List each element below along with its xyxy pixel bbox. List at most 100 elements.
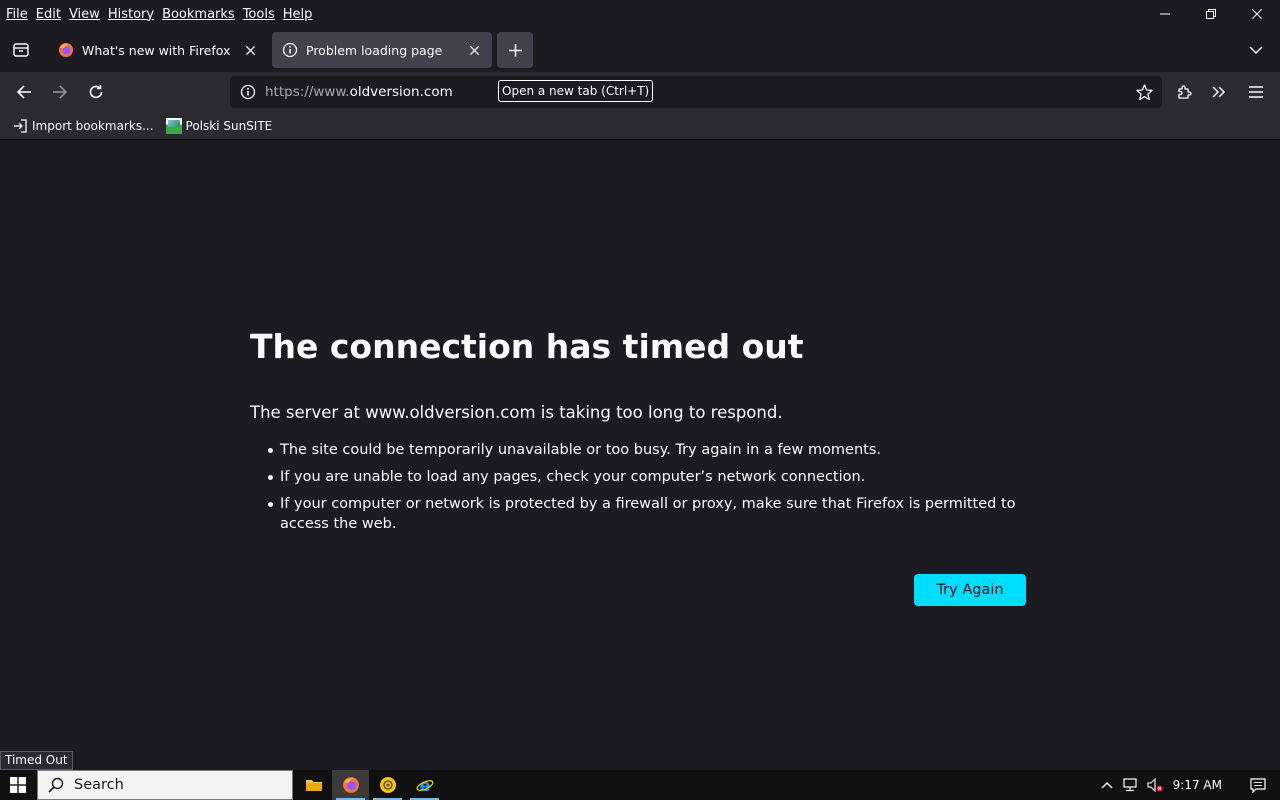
search-placeholder: Search bbox=[74, 777, 124, 793]
file-explorer-icon bbox=[305, 780, 322, 791]
new-tab-tooltip: Open a new tab (Ctrl+T) bbox=[498, 80, 654, 102]
menu-bar: File Edit View History Bookmarks Tools H… bbox=[2, 4, 316, 24]
notification-icon bbox=[1250, 777, 1266, 793]
url-prefix: https://www. bbox=[265, 84, 350, 100]
menu-history-label: History bbox=[107, 6, 155, 22]
start-button[interactable] bbox=[0, 770, 36, 800]
tab-title: What's new with Firefox bbox=[82, 42, 231, 58]
system-tray: 9:17 AM bbox=[1095, 770, 1280, 800]
bookmarks-toolbar: Import bookmarks... Polski SunSITE bbox=[0, 112, 1280, 140]
close-icon bbox=[469, 45, 479, 55]
tab-whats-new[interactable]: What's new with Firefox bbox=[48, 32, 268, 68]
bookmark-star-button[interactable] bbox=[1132, 80, 1156, 104]
info-icon bbox=[282, 42, 298, 58]
taskbar-internet-explorer[interactable]: e bbox=[406, 770, 443, 800]
chevron-up-icon bbox=[1101, 782, 1113, 789]
suggestion-item: If your computer or network is protected… bbox=[250, 494, 1026, 534]
reload-button[interactable] bbox=[80, 76, 112, 108]
menu-bookmarks-label: Bookmarks bbox=[162, 6, 235, 22]
bookmark-import[interactable]: Import bookmarks... bbox=[12, 118, 154, 134]
close-window-button[interactable] bbox=[1234, 0, 1280, 28]
firefox-icon bbox=[342, 777, 359, 793]
tab-problem-loading[interactable]: Problem loading page bbox=[272, 32, 492, 68]
menu-file[interactable]: File bbox=[2, 7, 32, 22]
taskbar: Search e 9:17 AM bbox=[0, 770, 1280, 800]
menu-tools[interactable]: Tools bbox=[239, 7, 279, 22]
info-icon bbox=[240, 84, 256, 100]
taskbar-app-yellow[interactable] bbox=[369, 770, 406, 800]
error-container: The connection has timed out The server … bbox=[250, 327, 1026, 606]
tab-close-button[interactable] bbox=[240, 40, 260, 60]
network-button[interactable] bbox=[1119, 770, 1143, 800]
menu-history[interactable]: History bbox=[104, 7, 158, 22]
menu-bookmarks[interactable]: Bookmarks bbox=[158, 7, 239, 22]
show-hidden-icons-button[interactable] bbox=[1095, 770, 1119, 800]
suggestion-item: The site could be temporarily unavailabl… bbox=[250, 440, 1026, 460]
app-yellow-icon bbox=[379, 777, 396, 793]
minimize-icon bbox=[1160, 13, 1170, 15]
forward-button[interactable] bbox=[44, 76, 76, 108]
menu-edit-label: Edit bbox=[35, 6, 61, 22]
double-chevron-right-icon bbox=[1212, 86, 1226, 98]
tab-title: Problem loading page bbox=[306, 42, 443, 58]
menu-edit[interactable]: Edit bbox=[32, 7, 65, 22]
restore-icon bbox=[1206, 9, 1216, 19]
windows-logo-icon bbox=[10, 777, 26, 793]
title-bar: File Edit View History Bookmarks Tools H… bbox=[0, 0, 1280, 28]
taskbar-firefox[interactable] bbox=[332, 770, 369, 800]
close-icon bbox=[245, 45, 255, 55]
status-panel: Timed Out bbox=[0, 751, 73, 770]
more-tools-button[interactable] bbox=[1203, 76, 1235, 108]
page-content: The connection has timed out The server … bbox=[0, 141, 1280, 770]
menu-tools-label: Tools bbox=[242, 6, 275, 22]
tab-strip: What's new with Firefox Problem loading … bbox=[0, 28, 1280, 72]
url-bar[interactable]: https://www.oldversion.com bbox=[230, 76, 1162, 108]
app-menu-button[interactable] bbox=[1240, 76, 1272, 108]
url-text[interactable]: https://www.oldversion.com bbox=[265, 84, 453, 100]
sunsite-favicon bbox=[165, 117, 182, 134]
list-all-tabs-button[interactable] bbox=[1240, 34, 1272, 66]
hamburger-menu-icon bbox=[1249, 86, 1263, 98]
plus-icon bbox=[508, 43, 522, 57]
svg-text:e: e bbox=[419, 776, 430, 794]
back-button[interactable] bbox=[8, 76, 40, 108]
restore-button[interactable] bbox=[1188, 0, 1234, 28]
action-center-button[interactable] bbox=[1236, 770, 1280, 800]
bookmark-label: Import bookmarks... bbox=[32, 118, 154, 133]
menu-help[interactable]: Help bbox=[279, 7, 317, 22]
forward-arrow-icon bbox=[53, 85, 68, 99]
taskbar-file-explorer[interactable] bbox=[295, 770, 332, 800]
menu-view[interactable]: View bbox=[65, 7, 104, 22]
volume-button[interactable] bbox=[1143, 770, 1167, 800]
reload-icon bbox=[89, 85, 103, 99]
star-icon bbox=[1135, 83, 1153, 100]
close-icon bbox=[1252, 9, 1262, 19]
import-icon bbox=[14, 118, 27, 133]
window-controls bbox=[1142, 0, 1280, 28]
site-info-button[interactable] bbox=[232, 76, 264, 108]
error-title: The connection has timed out bbox=[250, 327, 804, 366]
back-arrow-icon bbox=[16, 85, 31, 99]
taskbar-clock[interactable]: 9:17 AM bbox=[1173, 778, 1222, 792]
firefox-view-button[interactable] bbox=[0, 28, 42, 72]
taskbar-search-box[interactable]: Search bbox=[37, 770, 293, 800]
chevron-down-icon bbox=[1249, 45, 1263, 54]
url-domain: oldversion.com bbox=[349, 84, 453, 100]
search-icon bbox=[48, 777, 64, 793]
bookmark-polski-sunsite[interactable]: Polski SunSITE bbox=[165, 117, 273, 134]
error-suggestions: The site could be temporarily unavailabl… bbox=[250, 440, 1026, 534]
bookmark-label: Polski SunSITE bbox=[185, 118, 273, 133]
internet-explorer-icon: e bbox=[416, 776, 433, 794]
network-icon bbox=[1123, 778, 1137, 792]
tab-close-button[interactable] bbox=[464, 40, 484, 60]
menu-help-label: Help bbox=[282, 6, 313, 22]
minimize-button[interactable] bbox=[1142, 0, 1188, 28]
menu-file-label: File bbox=[6, 6, 28, 22]
new-tab-button[interactable] bbox=[497, 32, 533, 68]
firefox-view-icon bbox=[13, 43, 29, 57]
suggestion-item: If you are unable to load any pages, che… bbox=[250, 467, 1026, 487]
extensions-button[interactable] bbox=[1168, 76, 1200, 108]
firefox-icon bbox=[59, 43, 73, 57]
try-again-button[interactable]: Try Again bbox=[914, 574, 1026, 606]
error-description: The server at www.oldversion.com is taki… bbox=[250, 402, 783, 422]
